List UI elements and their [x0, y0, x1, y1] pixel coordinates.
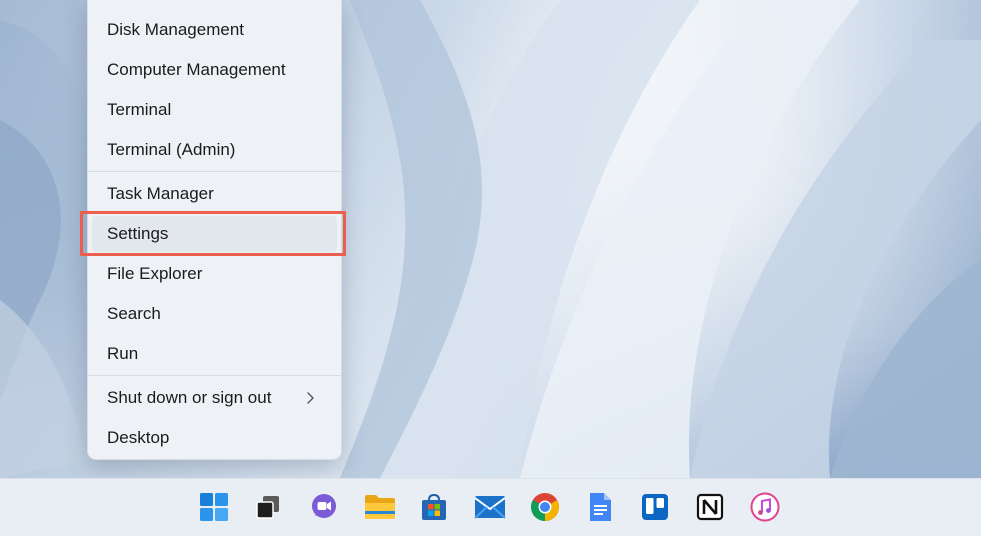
trello-icon[interactable]: [639, 491, 671, 523]
menu-item-desktop[interactable]: Desktop: [92, 420, 337, 456]
menu-item-label: Computer Management: [107, 60, 286, 79]
windows-start-icon[interactable]: [198, 491, 230, 523]
menu-item-label: Task Manager: [107, 184, 214, 203]
menu-item-label: Terminal (Admin): [107, 140, 236, 159]
file-explorer-icon[interactable]: [364, 491, 396, 523]
settings-highlight-annotation: [80, 211, 346, 256]
teams-chat-icon[interactable]: [308, 491, 340, 523]
menu-separator: [88, 171, 341, 172]
menu-item-shut-down-or-sign-out[interactable]: Shut down or sign out: [92, 380, 337, 416]
menu-item-label: Terminal: [107, 100, 172, 119]
menu-item-disk-management[interactable]: Disk Management: [92, 12, 337, 48]
task-view-icon[interactable]: [252, 491, 284, 523]
menu-item-label: Run: [107, 344, 139, 363]
menu-item-label: Disk Management: [107, 20, 245, 39]
microsoft-store-icon[interactable]: [418, 491, 450, 523]
menu-separator: [88, 375, 341, 376]
chevron-right-icon: [307, 392, 314, 404]
itunes-icon[interactable]: [749, 491, 781, 523]
chrome-icon[interactable]: [529, 491, 561, 523]
taskbar: [0, 478, 981, 536]
google-docs-icon[interactable]: [584, 491, 616, 523]
menu-item-label: File Explorer: [107, 264, 203, 283]
notion-icon[interactable]: [694, 491, 726, 523]
menu-item-computer-management[interactable]: Computer Management: [92, 52, 337, 88]
menu-item-label: Desktop: [107, 428, 170, 447]
mail-icon[interactable]: [474, 491, 506, 523]
menu-item-search[interactable]: Search: [92, 296, 337, 332]
menu-item-label: Shut down or sign out: [107, 388, 272, 407]
menu-item-label: Search: [107, 304, 161, 323]
menu-item-run[interactable]: Run: [92, 336, 337, 372]
menu-item-terminal-admin[interactable]: Terminal (Admin): [92, 132, 337, 168]
menu-item-terminal[interactable]: Terminal: [92, 92, 337, 128]
menu-item-file-explorer[interactable]: File Explorer: [92, 256, 337, 292]
menu-item-task-manager[interactable]: Task Manager: [92, 176, 337, 212]
